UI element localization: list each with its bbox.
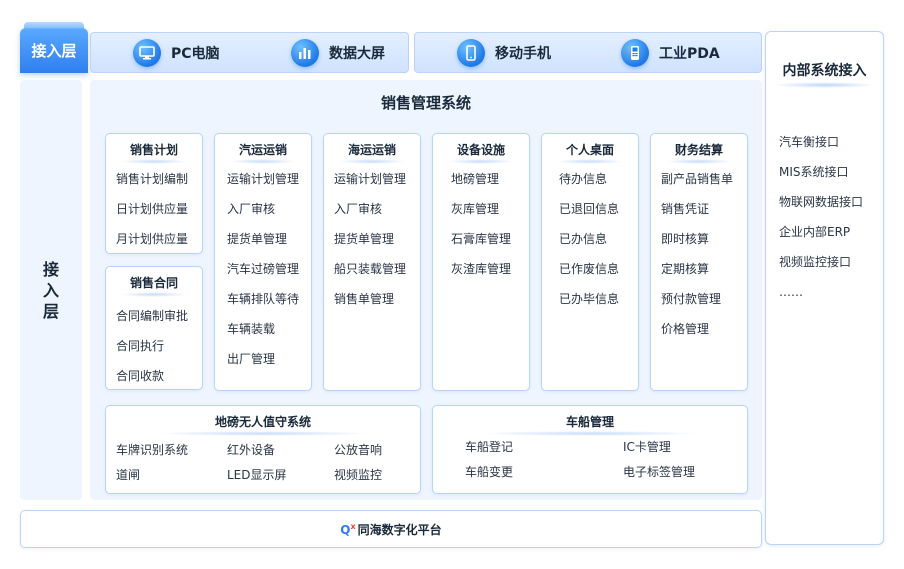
module-item: 即时核算 [661,232,710,246]
module-item: 定期核算 [661,262,710,276]
access-layer-column-label: 接入层 [42,259,59,321]
module-item: 预付款管理 [661,292,722,306]
module-title: 销售合同 [106,274,202,291]
module-item: 已办毕信息 [559,292,620,306]
module-card-sea-transport: 海运运销 运输计划管理 入厂审核 提货单管理 船只装载管理 销售单管理 [323,133,421,391]
module-item: 提货单管理 [334,232,395,246]
module-item: IC卡管理 [623,440,671,454]
access-layer-tab: 接入层 [20,22,88,73]
module-item: 车辆装载 [227,322,276,336]
module-item: 价格管理 [661,322,710,336]
module-item: 船只装载管理 [334,262,407,276]
access-device-group-2: 移动手机 工业PDA [414,32,762,73]
mobile-phone-icon [457,38,485,67]
internal-system-access-title: 内部系统接入 [766,60,883,80]
module-item: 入厂审核 [334,202,383,216]
internal-system-access-panel: 内部系统接入 汽车衡接口 MIS系统接口 物联网数据接口 企业内部ERP 视频监… [765,31,884,545]
module-item: 副产品销售单 [661,172,734,186]
access-item-pda: 工业PDA [621,38,720,67]
module-item: 车船登记 [465,440,514,454]
monitor-icon [133,38,161,67]
module-item: 电子标签管理 [623,465,696,479]
module-card-sales-contract: 销售合同 合同编制审批 合同执行 合同收款 [105,266,203,390]
module-item: 已作废信息 [559,262,620,276]
module-item: 月计划供应量 [116,232,189,246]
module-title: 财务结算 [651,141,747,158]
module-item: 公放音响 [334,443,383,457]
handheld-device-icon [621,38,649,67]
module-item: 销售计划编制 [116,172,189,186]
module-item: 销售单管理 [334,292,395,306]
access-device-group-1: PC电脑 数据大屏 [90,32,409,73]
access-item-label: 移动手机 [495,45,551,62]
module-item: 日计划供应量 [116,202,189,216]
module-title: 海运运销 [324,141,420,158]
module-title: 销售计划 [106,141,202,158]
interface-item: 企业内部ERP [779,225,851,239]
module-item: 视频监控 [334,468,383,482]
access-item-label: 数据大屏 [329,45,385,62]
module-title: 汽运运销 [215,141,311,158]
interface-item: 视频监控接口 [779,255,852,269]
module-card-equipment: 设备设施 地磅管理 灰库管理 石膏库管理 灰渣库管理 [432,133,530,391]
platform-footer: Qx 同海数字化平台 [20,510,762,548]
module-item: 车辆排队等待 [227,292,300,306]
module-item: 运输计划管理 [227,172,300,186]
module-item: 待办信息 [559,172,608,186]
module-item: 合同编制审批 [116,309,189,323]
module-item: 灰渣库管理 [451,262,512,276]
module-item: 销售凭证 [661,202,710,216]
access-item-pc: PC电脑 [133,38,220,67]
module-item: 道闸 [116,468,141,482]
interface-item: 物联网数据接口 [779,195,864,209]
module-item: 汽车过磅管理 [227,262,300,276]
platform-logo: Qx [340,521,356,537]
bar-chart-icon [291,38,319,67]
module-item: 运输计划管理 [334,172,407,186]
interface-item: MIS系统接口 [779,165,849,179]
access-item-data-screen: 数据大屏 [291,38,385,67]
module-card-weighbridge-system: 地磅无人值守系统 车牌识别系统 红外设备 公放音响 道闸 LED显示屏 视频监控 [105,405,421,494]
module-title: 个人桌面 [542,141,638,158]
module-item: 已办信息 [559,232,608,246]
module-card-road-transport: 汽运运销 运输计划管理 入厂审核 提货单管理 汽车过磅管理 车辆排队等待 车辆装… [214,133,312,391]
module-item: 合同收款 [116,369,165,383]
module-item: 车船变更 [465,465,514,479]
module-item: 车牌识别系统 [116,443,189,457]
module-item: 红外设备 [227,443,276,457]
module-item: 出厂管理 [227,352,276,366]
module-card-financial-settlement: 财务结算 副产品销售单 销售凭证 即时核算 定期核算 预付款管理 价格管理 [650,133,748,391]
module-item: 入厂审核 [227,202,276,216]
module-item: 灰库管理 [451,202,500,216]
module-card-sales-plan: 销售计划 销售计划编制 日计划供应量 月计划供应量 [105,133,203,254]
module-title: 车船管理 [433,413,747,430]
interface-item: …… [779,285,803,299]
module-title: 地磅无人值守系统 [106,413,420,430]
module-item: 石膏库管理 [451,232,512,246]
access-item-label: 工业PDA [659,45,720,62]
access-layer-tab-label: 接入层 [31,42,77,60]
module-title: 设备设施 [433,141,529,158]
access-item-mobile: 移动手机 [457,38,551,67]
access-layer-column: 接入层 [20,80,82,500]
module-card-personal-desktop: 个人桌面 待办信息 已退回信息 已办信息 已作废信息 已办毕信息 [541,133,639,391]
module-item: 提货单管理 [227,232,288,246]
access-item-label: PC电脑 [171,45,220,62]
interface-item: 汽车衡接口 [779,135,840,149]
platform-name: 同海数字化平台 [357,522,442,537]
module-item: 合同执行 [116,339,165,353]
module-item: LED显示屏 [227,468,287,482]
module-card-vehicle-ship: 车船管理 车船登记 IC卡管理 车船变更 电子标签管理 [432,405,748,494]
sales-system-title: 销售管理系统 [380,94,471,112]
module-item: 已退回信息 [559,202,620,216]
module-item: 地磅管理 [451,172,500,186]
